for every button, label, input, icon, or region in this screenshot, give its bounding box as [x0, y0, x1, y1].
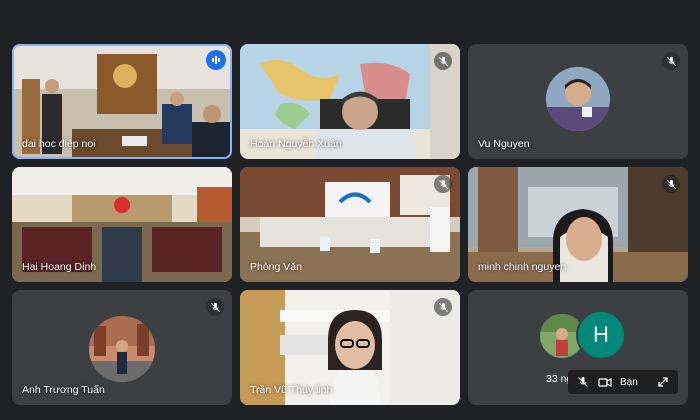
participant-name: Phòng Văn: [250, 261, 302, 273]
expand-icon[interactable]: [656, 375, 670, 389]
self-label: Bạn: [620, 376, 638, 388]
participant-name: Vu Nguyen: [478, 138, 530, 150]
participant-name: Trần Vũ Thùy linh: [250, 384, 333, 396]
participant-tile-2[interactable]: Hoàn Nguyễn Xuân: [240, 44, 460, 159]
participant-name: Hai Hoang Dinh: [22, 261, 97, 273]
avatar-letter: H: [576, 310, 626, 360]
avatar: [89, 316, 155, 382]
participant-tile-5[interactable]: Phòng Văn: [240, 167, 460, 282]
participant-tile-4[interactable]: Hai Hoang Dinh: [12, 167, 232, 282]
mic-off-icon: [434, 175, 452, 193]
participant-name: Hoàn Nguyễn Xuân: [250, 138, 342, 150]
speaking-indicator-icon: [206, 50, 226, 70]
avatar-initial: H: [593, 322, 609, 347]
avatar: [546, 67, 610, 131]
participant-tile-7[interactable]: Anh Trương Tuấn: [12, 290, 232, 405]
mic-off-icon: [662, 175, 680, 193]
self-view-bar: Bạn: [568, 370, 678, 394]
participant-tile-6[interactable]: minh chinh nguyen: [468, 167, 688, 282]
participant-name: Anh Trương Tuấn: [22, 384, 105, 396]
participant-tile-3[interactable]: Vu Nguyen: [468, 44, 688, 159]
participant-name: minh chinh nguyen: [478, 261, 567, 273]
participant-tile-1[interactable]: dai hoc điệp noi: [12, 44, 232, 159]
mic-off-icon: [662, 52, 680, 70]
participant-name: dai hoc điệp noi: [22, 138, 96, 150]
mic-off-icon[interactable]: [576, 375, 590, 389]
mic-off-icon: [434, 298, 452, 316]
mic-off-icon: [434, 52, 452, 70]
mic-off-icon: [206, 298, 224, 316]
participant-tile-8[interactable]: Trần Vũ Thùy linh: [240, 290, 460, 405]
camera-icon[interactable]: [598, 375, 612, 389]
